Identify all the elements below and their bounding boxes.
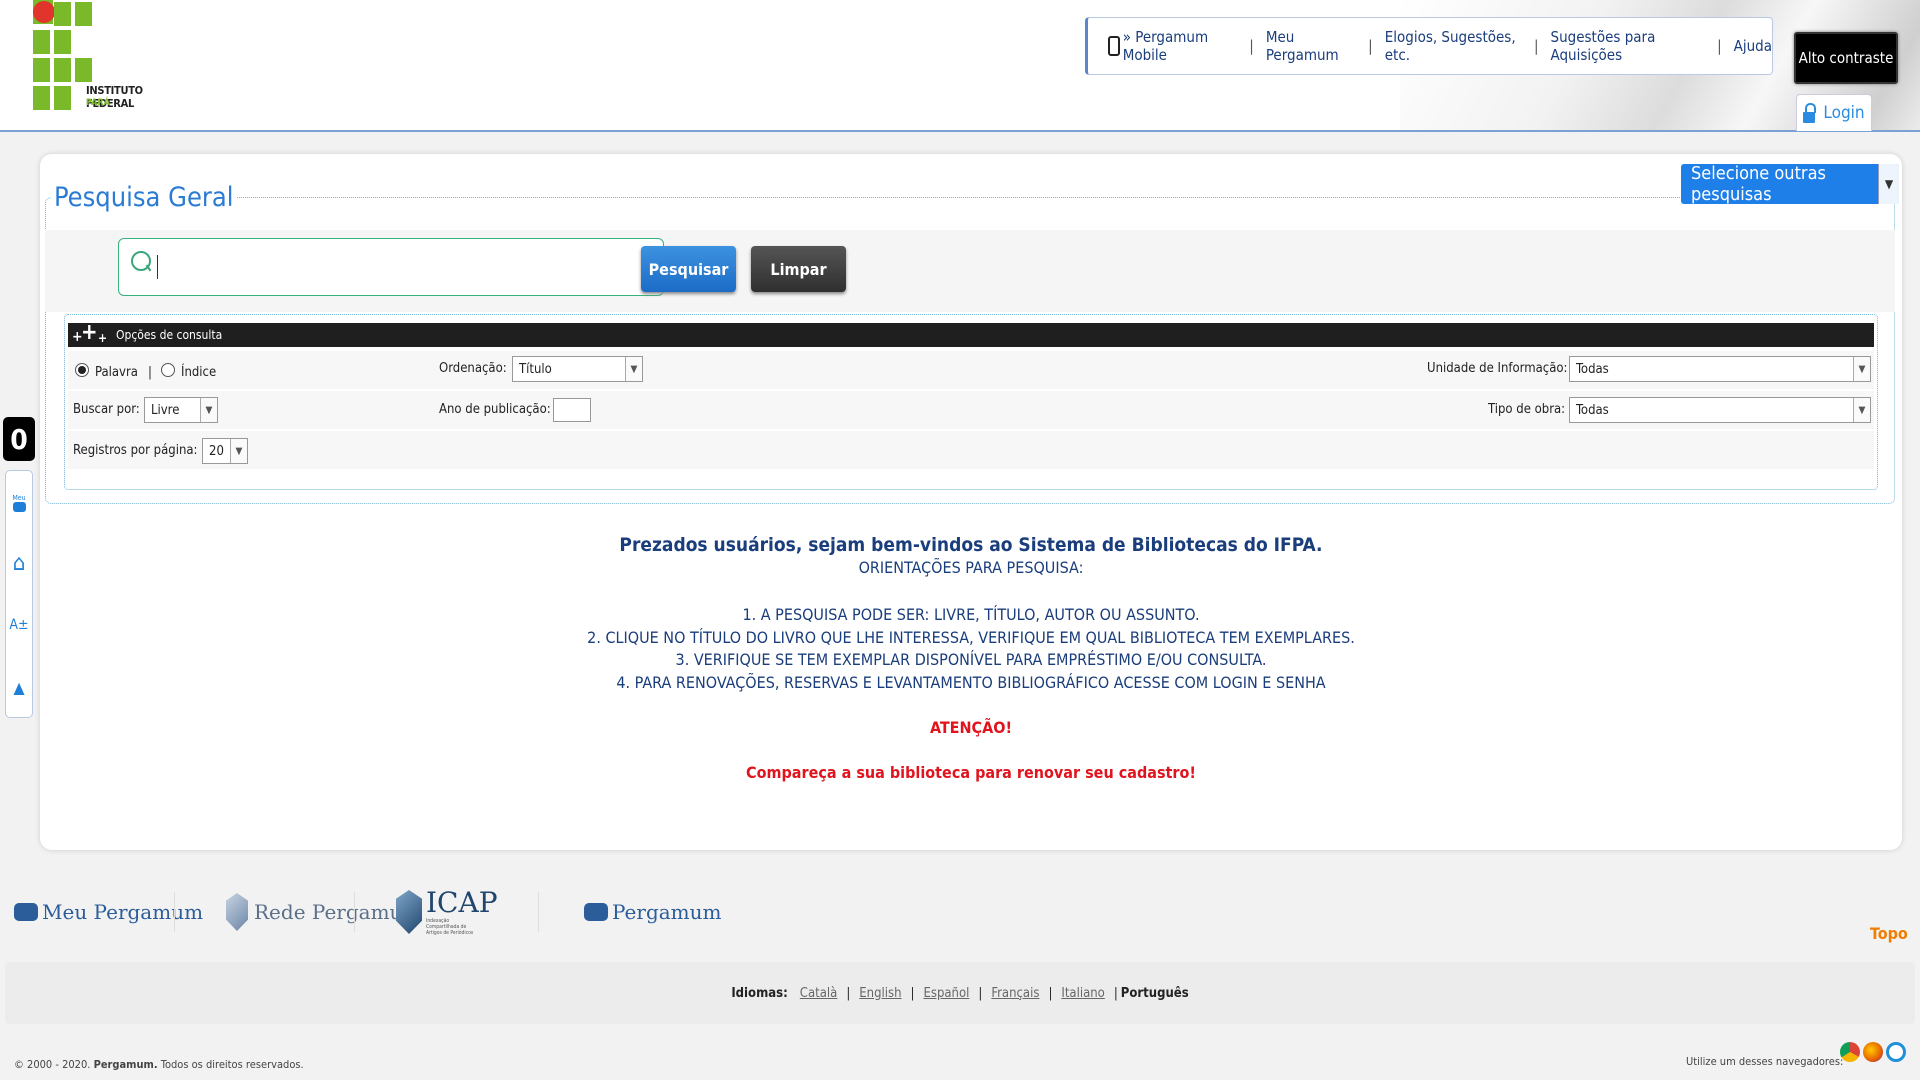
mobile-phone-icon [1108, 36, 1120, 56]
language-bar: Idiomas: Català | English | Español | Fr… [5, 962, 1915, 1024]
nav-sugestoes-aquisicoes[interactable]: Sugestões para Aquisições [1551, 28, 1706, 64]
login-label: Login [1823, 103, 1865, 123]
chevron-down-icon: ▼ [625, 357, 642, 381]
chevron-down-icon: ▼ [1878, 164, 1899, 204]
languages-label: Idiomas: [731, 985, 788, 1001]
orientation-step: 3. VERIFIQUE SE TEM EXEMPLAR DISPONÍVEL … [675, 650, 1267, 669]
registros-select[interactable]: 20 ▼ [202, 438, 248, 464]
radio-indice[interactable] [161, 363, 175, 377]
accessibility-zero-button[interactable]: 0 [3, 417, 35, 461]
pergamum-icon [12, 502, 26, 512]
footer-logos: Meu Pergamum Rede Pergamum ICAP Indexaçã… [0, 872, 1920, 960]
pergamum-icon [584, 903, 608, 921]
scroll-top-icon[interactable]: ▲ [6, 669, 32, 705]
radio-indice-label: Índice [181, 365, 217, 380]
search-options-panel: + + + Opções de consulta Palavra | Índic… [64, 314, 1878, 490]
meu-pergamum-shortcut[interactable]: Meu [6, 485, 32, 521]
lang-catala[interactable]: Català [800, 986, 838, 1001]
copyright: © 2000 - 2020. Pergamum. Todos os direit… [14, 1058, 304, 1071]
main-panel: Pesquisa Geral Selecione outras pesquisa… [40, 154, 1902, 850]
firefox-icon[interactable] [1863, 1042, 1883, 1062]
registros-value: 20 [209, 443, 224, 459]
nav-elogios[interactable]: Elogios, Sugestões, etc. [1385, 28, 1522, 64]
registros-label: Registros por página: [73, 443, 198, 458]
shield-icon [226, 893, 248, 931]
meu-label: Meu [12, 494, 26, 502]
search-options-toggle[interactable]: + + + Opções de consulta [68, 320, 1874, 347]
logo-subtext: PARÁ [86, 98, 110, 108]
nav-pergamum-mobile[interactable]: » Pergamum Mobile [1123, 28, 1238, 64]
shield-icon [396, 890, 422, 934]
ifpa-logo[interactable]: INSTITUTO FEDERAL PARÁ [30, 0, 170, 115]
orientation-title: ORIENTAÇÕES PARA PESQUISA: [858, 558, 1084, 577]
lang-espanol[interactable]: Español [923, 986, 969, 1001]
buscar-label: Buscar por: [73, 402, 140, 417]
unidade-value: Todas [1576, 361, 1609, 377]
icap-logo[interactable]: ICAP Indexação Compartilhada de Artigos … [396, 884, 498, 940]
home-icon[interactable]: ⌂ [6, 545, 32, 581]
orientation-step: 4. PARA RENOVAÇÕES, RESERVAS E LEVANTAME… [616, 673, 1326, 692]
login-button[interactable]: Login [1796, 94, 1872, 131]
pergamum-icon [14, 903, 38, 921]
attention-title: ATENÇÃO! [929, 718, 1013, 737]
unidade-select[interactable]: Todas ▼ [1569, 356, 1871, 382]
radio-palavra-label: Palavra [95, 365, 138, 380]
plus-icon: + + + [72, 320, 108, 345]
radio-palavra[interactable] [75, 363, 89, 377]
ordenacao-select[interactable]: Título ▼ [512, 356, 643, 382]
page-title: Pesquisa Geral [51, 182, 237, 213]
tipo-value: Todas [1576, 402, 1609, 418]
browsers-note: Utilize um desses navegadores: [1686, 1055, 1844, 1068]
page-header: INSTITUTO FEDERAL PARÁ » Pergamum Mobile… [0, 0, 1920, 132]
welcome-message: Prezados usuários, sejam bem-vindos ao S… [619, 534, 1323, 556]
chevron-down-icon: ▼ [230, 439, 247, 463]
chrome-icon[interactable] [1840, 1042, 1860, 1062]
high-contrast-button[interactable]: Alto contraste [1794, 32, 1898, 84]
chevron-down-icon: ▼ [200, 398, 217, 422]
lang-francais[interactable]: Français [991, 986, 1039, 1001]
other-searches-select[interactable]: Selecione outras pesquisas ▼ [1681, 163, 1899, 205]
text-cursor [157, 255, 158, 279]
buscar-value: Livre [151, 402, 180, 418]
rede-pergamum-logo[interactable]: Rede Pergamum [226, 884, 421, 940]
unidade-label: Unidade de Informação: [1427, 361, 1568, 376]
renew-notice: Compareça a sua biblioteca para renovar … [746, 763, 1196, 782]
tipo-label: Tipo de obra: [1488, 402, 1566, 417]
lang-italiano[interactable]: Italiano [1061, 986, 1104, 1001]
search-button[interactable]: Pesquisar [641, 246, 736, 292]
orientation-step: 1. A PESQUISA PODE SER: LIVRE, TÍTULO, A… [742, 605, 1200, 624]
internet-explorer-icon[interactable] [1886, 1042, 1906, 1062]
back-to-top-link[interactable]: Topo [1870, 924, 1908, 943]
chevron-down-icon: ▼ [1853, 398, 1870, 422]
lang-english[interactable]: English [859, 986, 901, 1001]
ordenacao-value: Título [519, 361, 552, 377]
pergamum-logo[interactable]: Pergamum [584, 884, 722, 940]
search-input[interactable] [118, 238, 664, 296]
lang-portugues[interactable]: Português [1121, 986, 1189, 1001]
clear-button[interactable]: Limpar [751, 246, 846, 292]
orientation-step: 2. CLIQUE NO TÍTULO DO LIVRO QUE LHE INT… [587, 628, 1355, 647]
buscar-select[interactable]: Livre ▼ [144, 397, 218, 423]
ordenacao-label: Ordenação: [439, 361, 507, 376]
search-icon [131, 251, 151, 271]
search-options-title: Opções de consulta [116, 328, 223, 342]
accessibility-bar: Meu ⌂ A± ▲ [5, 470, 33, 718]
font-size-icon[interactable]: A± [6, 607, 32, 643]
ano-label: Ano de publicação: [439, 402, 551, 417]
tipo-select[interactable]: Todas ▼ [1569, 397, 1871, 423]
ano-input[interactable] [553, 398, 591, 422]
other-searches-label: Selecione outras pesquisas [1691, 163, 1826, 205]
unlock-icon [1803, 102, 1817, 123]
chevron-down-icon: ▼ [1853, 357, 1870, 381]
nav-ajuda[interactable]: Ajuda [1734, 37, 1772, 55]
top-navigation: » Pergamum Mobile | Meu Pergamum | Elogi… [1085, 17, 1773, 75]
nav-meu-pergamum[interactable]: Meu Pergamum [1266, 28, 1356, 64]
